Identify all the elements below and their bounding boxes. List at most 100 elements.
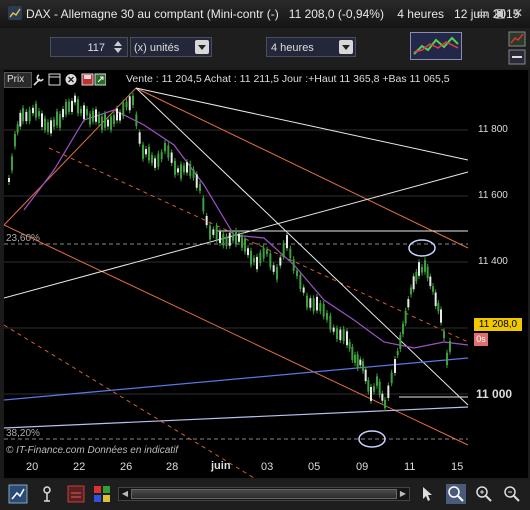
- candle-body: [407, 299, 410, 308]
- candle-body: [164, 142, 166, 152]
- trend-line[interactable]: [135, 87, 469, 406]
- trend-line[interactable]: [135, 87, 469, 161]
- window-title: DAX - Allemagne 30 au comptant (Mini-con…: [26, 7, 520, 21]
- candle-body: [394, 359, 396, 373]
- stepper-arrows-icon[interactable]: [112, 40, 124, 54]
- candle-body: [113, 115, 115, 125]
- candle-body: [22, 108, 24, 122]
- candle-body: [289, 248, 292, 259]
- quantity-value: 117: [87, 42, 105, 54]
- prix-tab[interactable]: Prix: [4, 72, 32, 88]
- candle-body: [86, 108, 88, 116]
- candle-body: [241, 235, 243, 248]
- candle-body: [276, 267, 278, 280]
- candle-body: [402, 323, 404, 335]
- window-icon[interactable]: [48, 73, 61, 86]
- quantity-stepper[interactable]: 117: [50, 37, 128, 57]
- candle-body: [19, 112, 22, 127]
- scroll-left-icon[interactable]: ◀: [120, 489, 130, 499]
- candle-body: [8, 178, 10, 182]
- candle-body: [376, 376, 378, 386]
- candle-body: [390, 372, 393, 384]
- zoom-out-icon[interactable]: [502, 484, 522, 504]
- candle-body: [195, 174, 198, 188]
- annotation-icon[interactable]: [38, 484, 58, 504]
- candle-body: [186, 162, 188, 173]
- candle-body: [47, 122, 49, 132]
- color-palette-icon[interactable]: [92, 484, 112, 504]
- close-icon[interactable]: ✕: [511, 6, 525, 20]
- candle-body: [135, 114, 138, 127]
- chart-style-icon[interactable]: [410, 32, 462, 60]
- candle-body: [132, 95, 134, 106]
- chart-tools-icons: [33, 73, 106, 86]
- candle-body: [50, 120, 52, 134]
- candle-body: [38, 111, 40, 117]
- side-toolbar-icon[interactable]: [508, 30, 526, 66]
- channel-line[interactable]: [4, 224, 469, 446]
- candle-body: [415, 271, 418, 282]
- candle-body: [25, 111, 28, 122]
- countdown-badge: 0s: [474, 333, 488, 346]
- candle-body: [170, 152, 173, 163]
- maximize-icon[interactable]: ▣: [493, 6, 507, 20]
- chevron-down-icon[interactable]: [195, 40, 209, 54]
- channel-line[interactable]: [135, 87, 469, 249]
- copyright-text: © IT-Finance.com Données en indicatif: [6, 445, 179, 456]
- candle-body: [336, 328, 338, 340]
- candle-body: [256, 256, 258, 270]
- price-chart[interactable]: Prix Vente : 11 204,5 Achat : 11 211,5 J…: [4, 70, 528, 478]
- x-tick-label: 20: [26, 461, 39, 473]
- indicator-icon[interactable]: [66, 484, 86, 504]
- zoom-in-icon[interactable]: [474, 484, 494, 504]
- candle-body: [74, 95, 76, 103]
- units-value: (x) unités: [134, 42, 180, 54]
- candle-body: [282, 243, 285, 257]
- candle-body: [145, 149, 147, 155]
- candle-body: [59, 114, 61, 128]
- candle-body: [122, 102, 125, 117]
- candle-body: [142, 144, 144, 159]
- candle-body: [92, 110, 94, 122]
- minimize-icon[interactable]: ▭: [475, 6, 489, 20]
- candle-body: [14, 133, 16, 147]
- horizontal-scrollbar[interactable]: ◀ ▶: [118, 487, 410, 501]
- candle-body: [259, 252, 262, 264]
- zoom-select-icon[interactable]: [446, 484, 466, 504]
- save-icon[interactable]: [81, 73, 94, 86]
- blue-trend-line[interactable]: [4, 406, 469, 429]
- candle-body: [399, 334, 402, 349]
- chevron-down-icon[interactable]: [339, 40, 353, 54]
- candle-body: [71, 100, 73, 112]
- candle-body: [44, 118, 46, 131]
- highlight-ellipse[interactable]: [408, 239, 436, 257]
- wrench-icon[interactable]: [33, 74, 44, 86]
- x-tick-label: 11: [404, 461, 416, 473]
- candle-body: [209, 225, 211, 240]
- candle-body: [404, 310, 407, 324]
- candle-body: [396, 351, 399, 356]
- candle-body: [384, 399, 386, 409]
- candle-body: [426, 266, 429, 279]
- draw-tool-icon[interactable]: [8, 484, 28, 504]
- candle-body: [410, 287, 412, 295]
- scroll-right-icon[interactable]: ▶: [398, 489, 408, 499]
- fib-top-label: 23,60%: [6, 233, 40, 244]
- candle-body: [199, 184, 201, 191]
- export-icon[interactable]: [94, 73, 106, 86]
- candle-body: [219, 231, 221, 244]
- candle-body: [53, 119, 55, 127]
- prix-tab-label: Prix: [7, 74, 25, 85]
- close-chart-icon[interactable]: [65, 74, 77, 85]
- scroll-thumb[interactable]: [131, 489, 397, 499]
- candle-body: [262, 247, 265, 259]
- units-select[interactable]: (x) unités: [130, 37, 212, 57]
- y-tick-label: 11 600: [478, 190, 508, 201]
- candle-body: [95, 109, 97, 122]
- candle-body: [286, 235, 288, 249]
- candle-body: [421, 267, 423, 273]
- cursor-icon[interactable]: [418, 484, 438, 504]
- candle-body: [378, 381, 381, 395]
- period-select[interactable]: 4 heures: [266, 37, 356, 57]
- candle-body: [16, 124, 19, 133]
